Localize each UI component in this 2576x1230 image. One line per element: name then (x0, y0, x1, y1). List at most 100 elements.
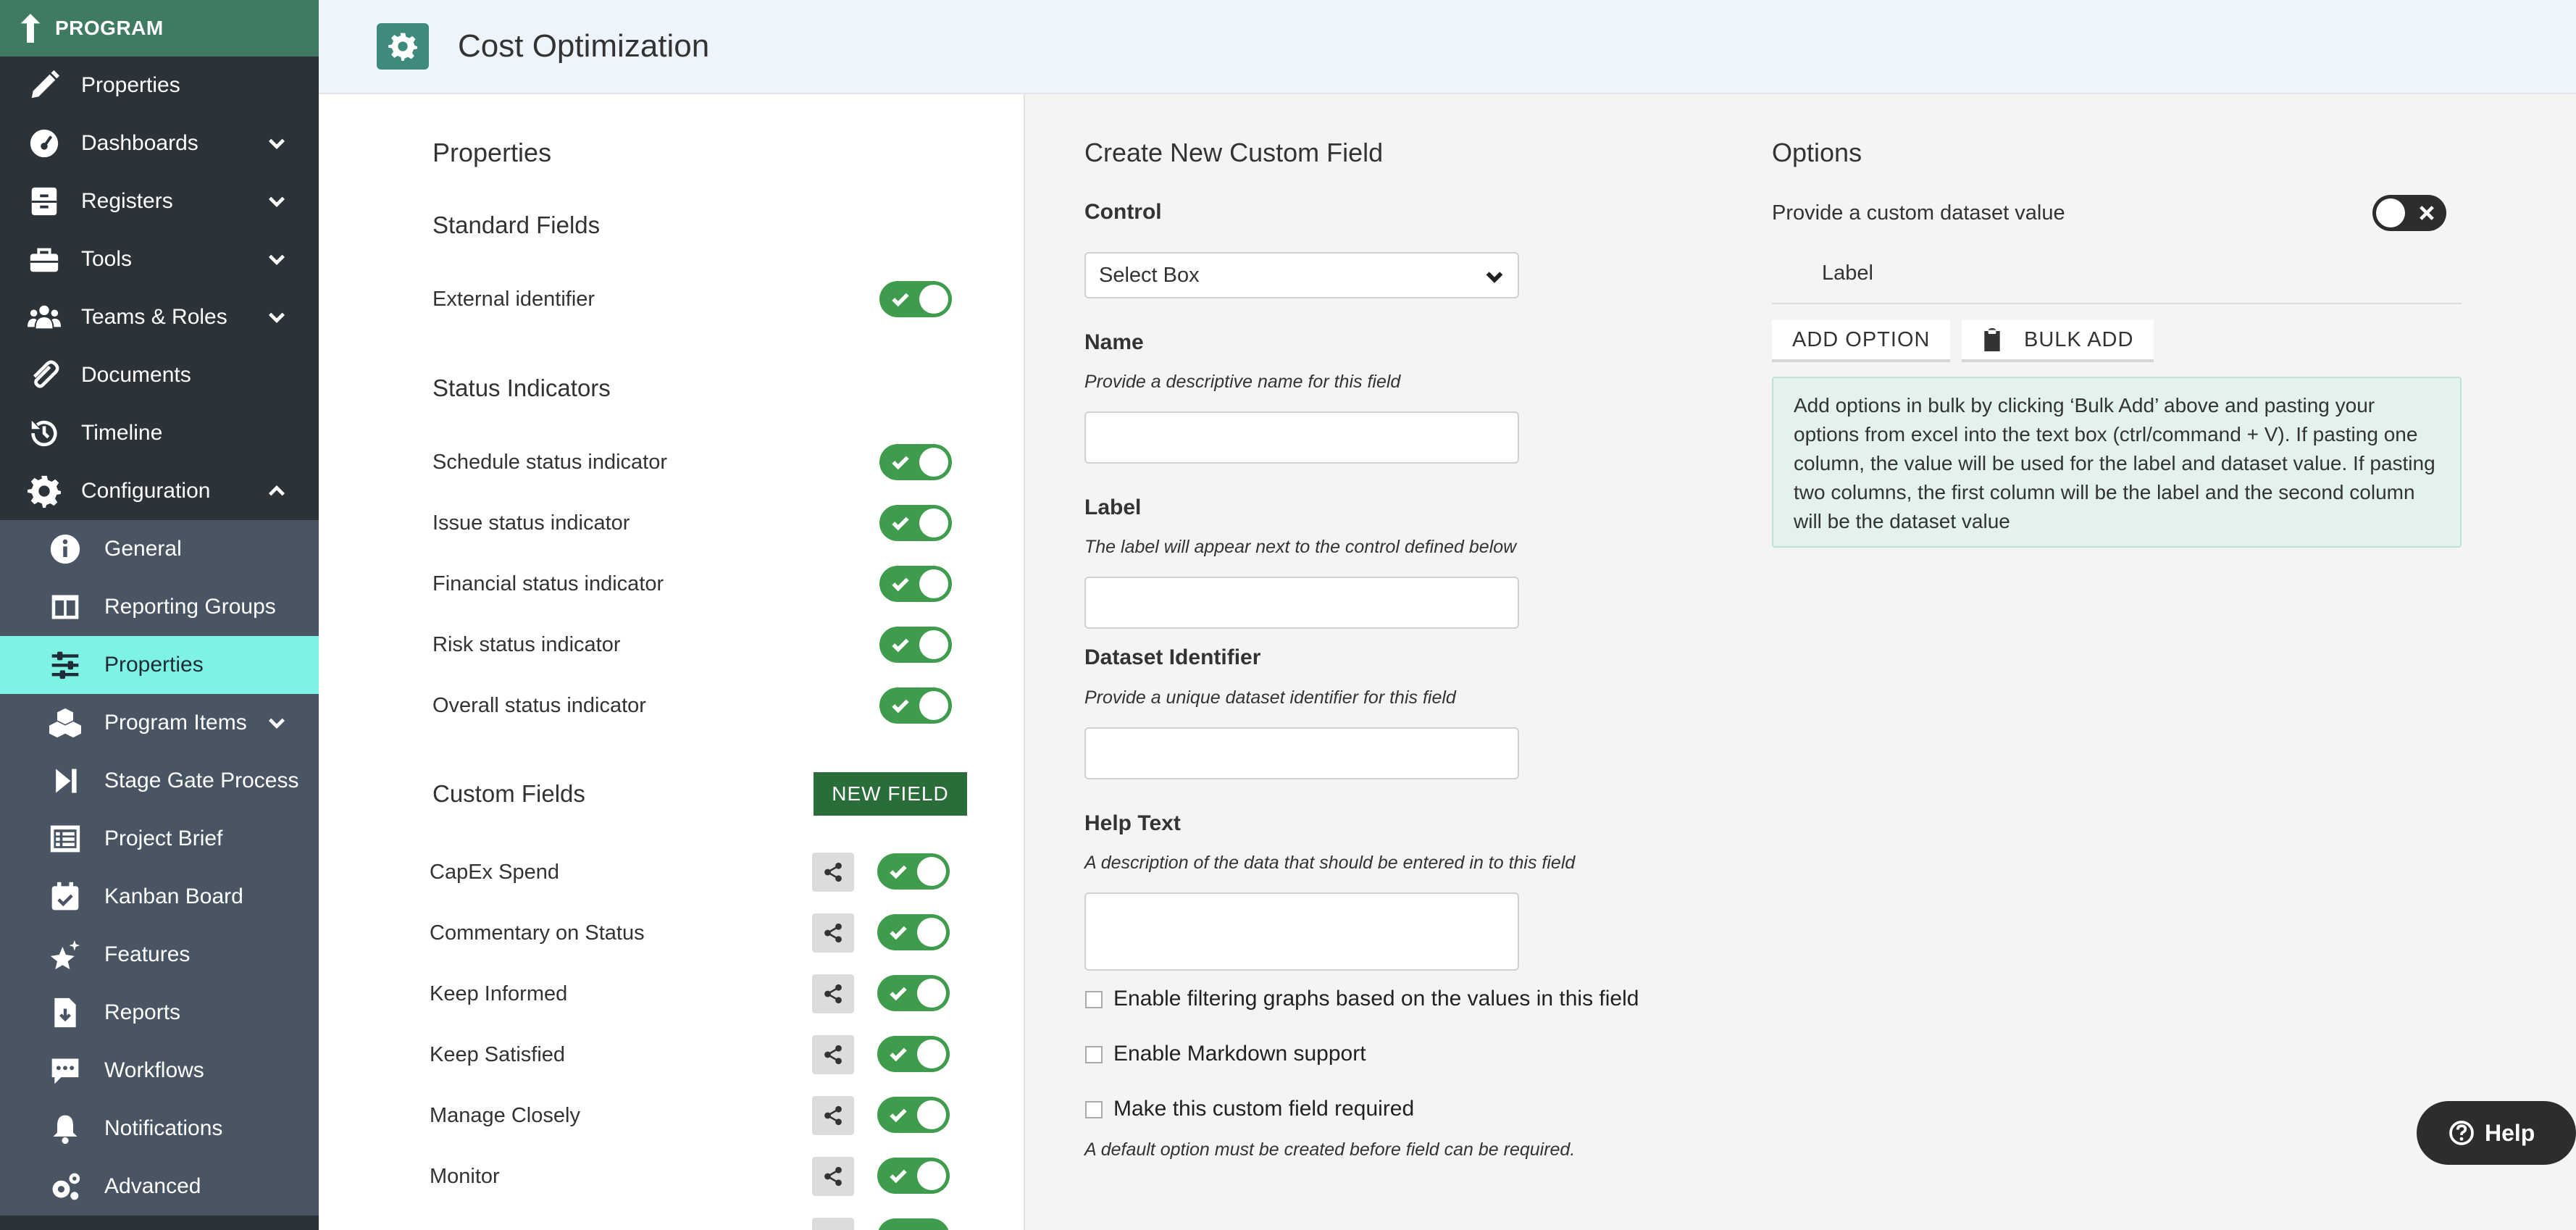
capex-spend-toggle[interactable] (877, 853, 950, 890)
program-brand[interactable]: PROGRAM (0, 0, 319, 57)
sidebar-item-features[interactable]: Features (0, 926, 319, 984)
check-icon (890, 1047, 907, 1062)
required-checkbox[interactable] (1085, 1101, 1103, 1118)
add-option-button[interactable]: ADD OPTION (1772, 320, 1951, 362)
name-input[interactable] (1084, 411, 1519, 464)
custom-dataset-toggle[interactable] (2372, 195, 2446, 231)
create-field-title: Create New Custom Field (1084, 138, 1384, 167)
issue-status-toggle[interactable] (879, 505, 952, 541)
overall-status-toggle[interactable] (879, 687, 952, 724)
schedule-status-toggle[interactable] (879, 444, 952, 480)
page-title: Cost Optimization (458, 28, 710, 64)
history-icon (31, 420, 57, 447)
keep-satisfied-toggle[interactable] (877, 1036, 950, 1072)
monitor-toggle[interactable] (877, 1158, 950, 1194)
options-label-column-header: Label (1822, 262, 1873, 285)
sidebar-item-timeline[interactable]: Timeline (0, 404, 319, 462)
field-label: Keep Informed (430, 982, 568, 1005)
step-forward-icon (56, 769, 77, 793)
share-button[interactable] (812, 853, 854, 892)
control-label: Control (1084, 200, 1162, 224)
sidebar-item-configuration[interactable]: Configuration (0, 462, 319, 520)
calendar-check-icon (51, 882, 79, 911)
share-icon (824, 862, 842, 882)
sidebar-item-label: Project Brief (104, 827, 223, 850)
chevron-down-icon (269, 718, 285, 729)
page-header: Cost Optimization (319, 0, 2576, 94)
field-label: Financial status indicator (432, 572, 664, 595)
check-icon (890, 1108, 907, 1123)
sidebar-item-workflows[interactable]: Workflows (0, 1042, 319, 1100)
sidebar-item-label: Timeline (81, 421, 163, 445)
sidebar-item-reports[interactable]: Reports (0, 984, 319, 1042)
sidebar-item-dashboards[interactable]: Dashboards (0, 114, 319, 172)
share-button[interactable] (812, 1096, 854, 1135)
bulk-add-button[interactable]: BULK ADD (1962, 320, 2154, 362)
field-toggle[interactable] (877, 1218, 950, 1230)
standard-fields-heading: Standard Fields (432, 212, 601, 238)
sidebar-item-label: Reports (104, 1000, 181, 1024)
sidebar-item-properties-config[interactable]: Properties (0, 636, 319, 694)
share-icon (824, 1045, 842, 1065)
help-button[interactable]: Help (2417, 1101, 2576, 1165)
sidebar-item-stage-gate-process[interactable]: Stage Gate Process (0, 752, 319, 810)
share-button[interactable] (812, 1218, 854, 1230)
sliders-icon (51, 651, 79, 679)
share-button[interactable] (812, 1157, 854, 1196)
share-button[interactable] (812, 1035, 854, 1074)
gear-icon (28, 475, 61, 508)
check-icon (892, 456, 909, 470)
brand-label: PROGRAM (55, 17, 164, 39)
risk-status-toggle[interactable] (879, 627, 952, 663)
help-button-label: Help (2485, 1119, 2535, 1146)
paperclip-icon (33, 360, 59, 388)
sidebar-item-teams-roles[interactable]: Teams & Roles (0, 288, 319, 346)
sidebar-item-label: Features (104, 942, 191, 966)
check-icon (890, 1169, 907, 1184)
control-select[interactable]: Select Box (1084, 252, 1519, 298)
external-identifier-toggle[interactable] (879, 281, 952, 317)
sidebar-item-project-brief[interactable]: Project Brief (0, 810, 319, 868)
filtering-checkbox[interactable] (1085, 991, 1103, 1008)
share-button[interactable] (812, 974, 854, 1013)
help-text-input[interactable] (1084, 892, 1519, 971)
field-label: Monitor (430, 1165, 500, 1188)
chevron-up-icon (269, 485, 285, 496)
clipboard-icon (1984, 328, 2000, 351)
keep-informed-toggle[interactable] (877, 975, 950, 1011)
markdown-checkbox[interactable] (1085, 1046, 1103, 1063)
financial-status-toggle[interactable] (879, 566, 952, 602)
dataset-identifier-input[interactable] (1084, 727, 1519, 779)
sidebar-item-documents[interactable]: Documents (0, 346, 319, 404)
sidebar-item-reporting-groups[interactable]: Reporting Groups (0, 578, 319, 636)
sidebar-item-kanban-board[interactable]: Kanban Board (0, 868, 319, 926)
sidebar-item-registers[interactable]: Registers (0, 172, 319, 230)
chevron-down-icon (269, 196, 285, 207)
help-text-hint: A description of the data that should be… (1084, 853, 1576, 873)
sidebar-item-program-items[interactable]: Program Items (0, 694, 319, 752)
field-label: Keep Satisfied (430, 1043, 566, 1066)
label-input[interactable] (1084, 577, 1519, 629)
sidebar-item-notifications[interactable]: Notifications (0, 1100, 319, 1158)
sidebar-item-advanced[interactable]: Advanced (0, 1158, 319, 1216)
manage-closely-toggle[interactable] (877, 1097, 950, 1133)
sidebar-item-label: Workflows (104, 1058, 204, 1082)
toolbox-icon (30, 248, 59, 272)
field-label: Schedule status indicator (432, 451, 668, 474)
sidebar-item-properties[interactable]: Properties (0, 57, 319, 114)
users-icon (28, 305, 61, 329)
commentary-status-toggle[interactable] (877, 914, 950, 950)
field-label: CapEx Spend (430, 861, 559, 884)
check-icon (890, 926, 907, 940)
field-label: Risk status indicator (432, 633, 621, 656)
markdown-checkbox-label: Enable Markdown support (1113, 1042, 1366, 1066)
sidebar-item-general[interactable]: General (0, 520, 319, 578)
new-field-button[interactable]: NEW FIELD (814, 772, 967, 816)
configuration-submenu: General Reporting Groups Properties Prog… (0, 520, 319, 1216)
chevron-down-icon (269, 254, 285, 265)
share-button[interactable] (812, 913, 854, 953)
sidebar-item-tools[interactable]: Tools (0, 230, 319, 288)
pencil-icon (31, 70, 60, 99)
sidebar-item-label: Properties (104, 653, 204, 677)
field-label: Overall status indicator (432, 694, 646, 717)
